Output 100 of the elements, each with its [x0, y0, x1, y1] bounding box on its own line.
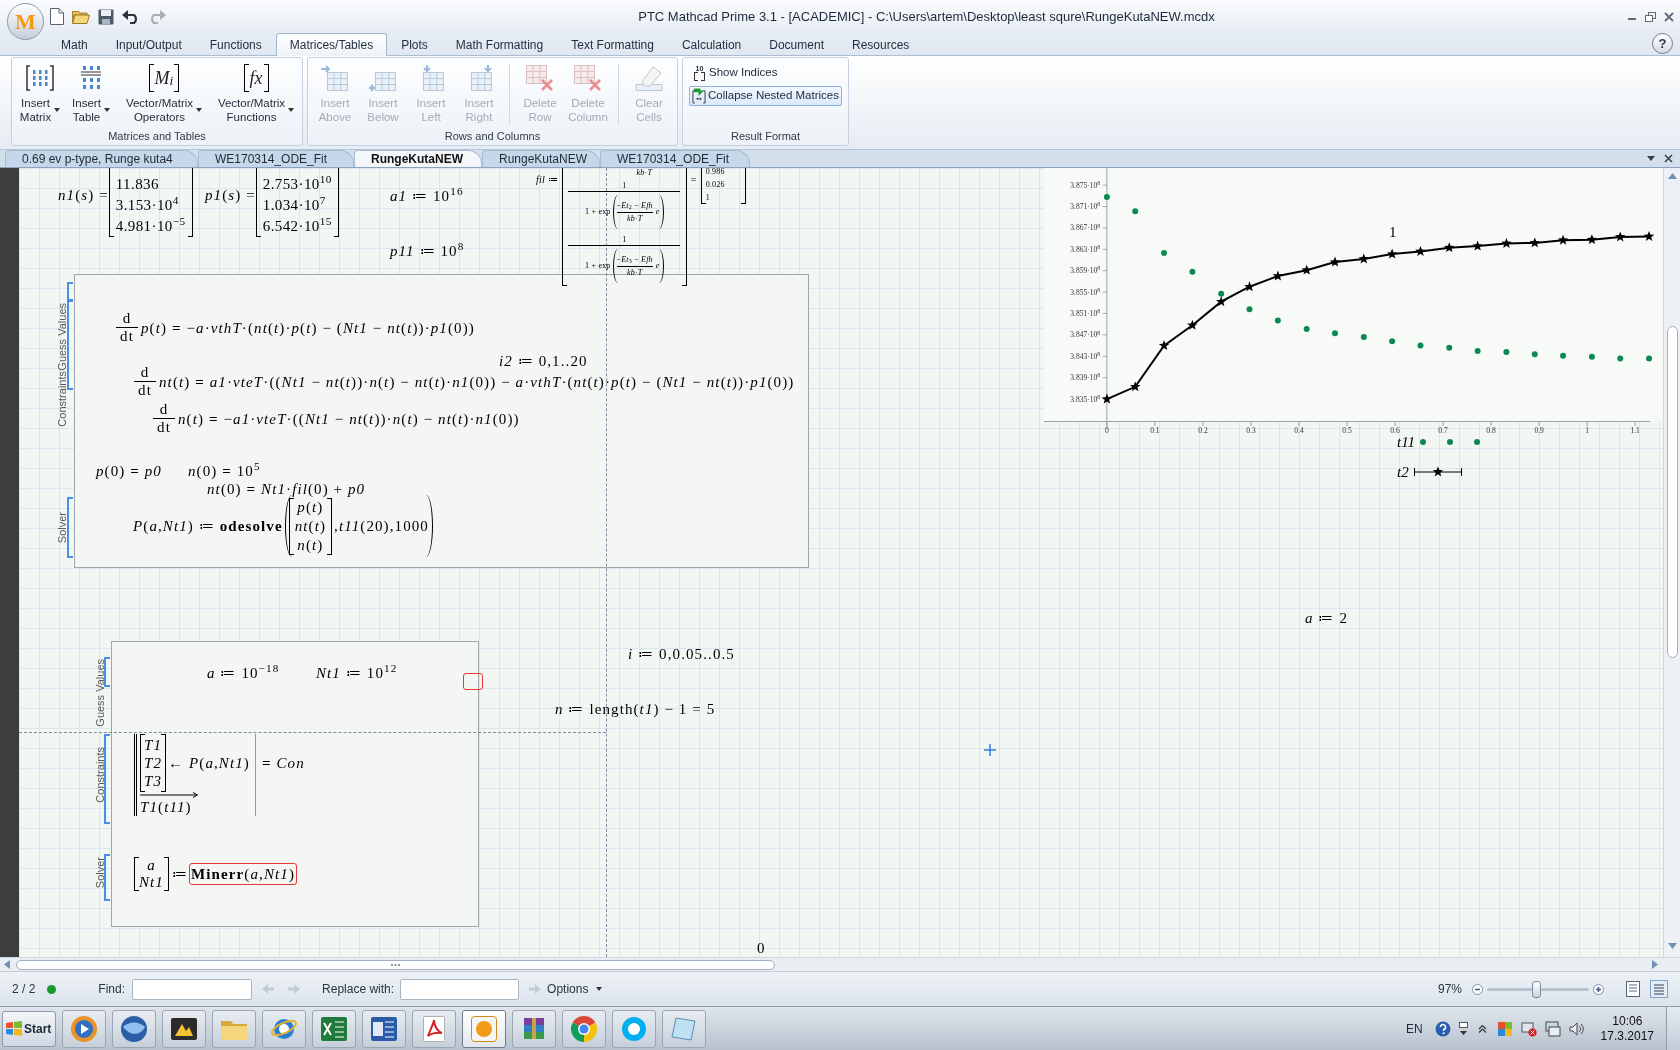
- screens-icon[interactable]: [1544, 1020, 1561, 1037]
- caret-icon: [288, 108, 295, 112]
- legend-label: t11: [1397, 433, 1416, 451]
- ribbon-tab[interactable]: Text Formatting: [557, 33, 668, 55]
- math-expression: ← P(a,Nt1): [168, 754, 250, 773]
- four-squares-icon[interactable]: [1496, 1020, 1513, 1037]
- caret-down-icon[interactable]: [1647, 156, 1655, 161]
- file-tab[interactable]: RungeKutaNEW: [482, 150, 600, 167]
- math-expression: n(0) = 10$^{5}$: [188, 461, 261, 481]
- taskbar-button[interactable]: [512, 1009, 556, 1048]
- undo-icon[interactable]: [122, 9, 140, 24]
- file-tab[interactable]: RungeKutaNEW: [354, 150, 482, 167]
- file-tab[interactable]: WE170314_ODE_Fit: [600, 150, 750, 167]
- file-tab[interactable]: 0.69 ev p-type, Runge kuta4: [5, 150, 198, 167]
- math-expression: d: [153, 401, 175, 419]
- find-field[interactable]: [132, 978, 253, 1000]
- ribbon-tab[interactable]: Resources: [838, 33, 924, 55]
- collapse-matrix-icon: [692, 88, 706, 104]
- clock-time[interactable]: 10:06: [1612, 1013, 1643, 1029]
- legend-marker-icon: [1420, 439, 1481, 445]
- close-icon[interactable]: [1664, 11, 1674, 22]
- star-marker: [1244, 281, 1255, 292]
- replace-label: Replace with:: [322, 981, 395, 998]
- file-tab[interactable]: WE170314_ODE_Fit: [198, 150, 354, 167]
- ribbon-tab[interactable]: Functions: [195, 33, 276, 55]
- bracket-icon: [104, 854, 110, 901]
- show-desktop-button[interactable]: [1666, 1007, 1680, 1050]
- ribbon-button[interactable]: fx Vector/Matrix Functions: [215, 60, 297, 128]
- star-marker: [1158, 340, 1170, 350]
- restore-icon[interactable]: [1645, 11, 1656, 22]
- math-expression: p1(s) =: [205, 186, 256, 205]
- open-folder-icon[interactable]: [72, 9, 90, 24]
- taskbar-button[interactable]: [412, 1009, 456, 1048]
- axis-expression[interactable]: t2: [1397, 463, 1462, 481]
- clock-date[interactable]: 17.3.2017: [1600, 1028, 1654, 1044]
- replace-field[interactable]: [400, 978, 520, 1000]
- zoom-out-icon[interactable]: [1472, 983, 1483, 995]
- math-expression: P(a,Nt1) ≔ odesolve: [133, 517, 283, 536]
- ribbon-tab[interactable]: Plots: [387, 33, 442, 55]
- axis-expression[interactable]: t11: [1397, 433, 1481, 451]
- language-indicator[interactable]: EN: [1405, 1019, 1423, 1038]
- legend-label: t2: [1397, 463, 1409, 481]
- ribbon-tab[interactable]: Input/Output: [101, 33, 196, 55]
- ribbon-tab[interactable]: Math Formatting: [441, 33, 558, 55]
- data-point: [1274, 317, 1281, 324]
- data-point: [1303, 326, 1310, 332]
- star-marker: [1301, 264, 1312, 275]
- data-point: [1560, 352, 1567, 359]
- slider-thumb[interactable]: [1531, 980, 1541, 998]
- ribbon-button[interactable]: Insert Table: [69, 60, 113, 128]
- taskbar-button[interactable]: [112, 1009, 156, 1048]
- star-marker: [1415, 245, 1426, 256]
- double-chevron-icon[interactable]: [1477, 1024, 1487, 1033]
- scrollbar-thumb[interactable]: [1666, 326, 1678, 658]
- ribbon-tab[interactable]: Document: [755, 33, 838, 55]
- close-icon[interactable]: [1664, 154, 1673, 163]
- box-caret-icon[interactable]: [1458, 1021, 1468, 1036]
- data-point: [1503, 349, 1510, 355]
- table-icon: [80, 66, 102, 90]
- ribbon-tab[interactable]: Matrices/Tables: [275, 33, 388, 56]
- math-expression: a1 ≔ 10$^{16}$: [390, 186, 464, 206]
- taskbar-button[interactable]: [162, 1009, 206, 1048]
- new-file-icon[interactable]: [50, 8, 64, 25]
- options-button[interactable]: Options: [547, 980, 603, 998]
- table-delete-icon: [574, 64, 602, 92]
- save-icon[interactable]: [98, 8, 114, 25]
- matrix-cell-text: 2.753·10$^{10}$: [262, 174, 332, 194]
- star-marker: [1643, 231, 1655, 241]
- math-expression: T1(t11): [140, 798, 192, 816]
- plot-annotation: 1: [1389, 223, 1397, 242]
- ribbon-tab[interactable]: Math: [47, 33, 102, 55]
- page-view-icon[interactable]: [1626, 981, 1640, 997]
- math-expression: dt: [120, 328, 134, 345]
- math-expression: n(t) = −a1·vteT·((Nt1 − nt(t))·n(t) − nt(t)·n1(0)): [178, 409, 520, 429]
- scroll-down-icon[interactable]: [1667, 943, 1677, 949]
- taskbar-button[interactable]: [362, 1009, 406, 1048]
- group-title: Rows and Columns: [444, 129, 541, 145]
- monitor-error-icon[interactable]: [1520, 1020, 1537, 1037]
- start-button[interactable]: Start: [2, 1010, 56, 1047]
- math-expression: 1 + exp: [585, 207, 611, 217]
- zoom-in-icon[interactable]: [1593, 983, 1604, 995]
- scrollbar-thumb[interactable]: [16, 959, 775, 970]
- scroll-up-icon[interactable]: [1667, 173, 1677, 179]
- scroll-left-icon[interactable]: [4, 960, 10, 969]
- help-icon[interactable]: [1434, 1020, 1451, 1037]
- ribbon-button[interactable]: Insert Matrix: [15, 60, 65, 128]
- table-insert-icon: [321, 64, 349, 92]
- scroll-right-icon[interactable]: [1652, 960, 1658, 969]
- solve-block-label: Constraints: [56, 371, 69, 427]
- speaker-icon[interactable]: [1568, 1021, 1585, 1036]
- data-point: [1617, 355, 1624, 362]
- document-icon: [370, 1014, 398, 1043]
- help-button[interactable]: ?: [1652, 33, 1673, 54]
- ribbon-tab[interactable]: Calculation: [667, 33, 756, 55]
- draft-view-icon[interactable]: [1650, 980, 1668, 998]
- empty-placeholder-field[interactable]: [463, 673, 483, 690]
- caret-down-icon: [596, 987, 603, 991]
- ribbon-button[interactable]: M$_{i}$ Vector/Matrix Operators: [117, 60, 211, 128]
- star-marker: [1529, 237, 1540, 248]
- toggle-button[interactable]: Collapse Nested Matrices: [689, 86, 842, 106]
